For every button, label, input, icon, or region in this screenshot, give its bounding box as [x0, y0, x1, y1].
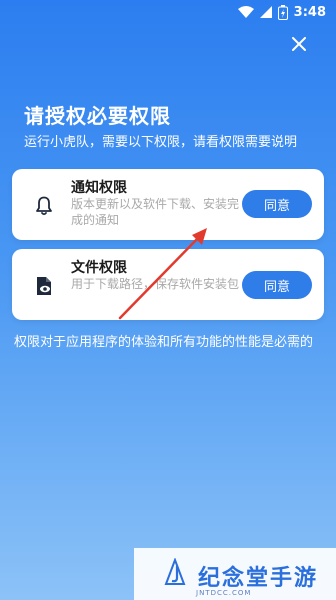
close-button[interactable] [288, 34, 310, 56]
watermark-logo-icon [164, 558, 186, 585]
permission-card-file: 文件权限 用于下载路径，保存软件安装包 同意 [12, 249, 324, 320]
battery-icon [277, 4, 288, 20]
permission-title: 通知权限 [71, 180, 127, 196]
permission-description: 版本更新以及软件下载、安装完成的通知 [71, 197, 240, 227]
wifi-icon [237, 6, 254, 18]
permission-description: 用于下载路径，保存软件安装包 [71, 277, 240, 291]
bell-icon [34, 195, 54, 217]
agree-notification-button[interactable]: 同意 [242, 190, 312, 218]
watermark-url: JNTDCC.COM [196, 589, 252, 597]
signal-icon [259, 6, 272, 18]
page-title: 请授权必要权限 [24, 104, 171, 128]
permission-card-notification: 通知权限 版本更新以及软件下载、安装完成的通知 同意 [12, 169, 324, 240]
page-subtitle: 运行小虎队，需要以下权限，请看权限需要说明 [24, 135, 298, 150]
close-icon [292, 36, 306, 55]
permission-title: 文件权限 [71, 260, 127, 276]
agree-file-button[interactable]: 同意 [242, 271, 312, 299]
file-view-icon [34, 275, 54, 297]
status-time: 3:48 [293, 4, 326, 20]
status-bar: 3:48 [0, 0, 336, 24]
watermark: 纪念堂手游 JNTDCC.COM [134, 548, 336, 600]
watermark-text: 纪念堂手游 [198, 566, 319, 591]
permission-note: 权限对于应用程序的体验和所有功能的性能是必需的 [14, 335, 314, 350]
